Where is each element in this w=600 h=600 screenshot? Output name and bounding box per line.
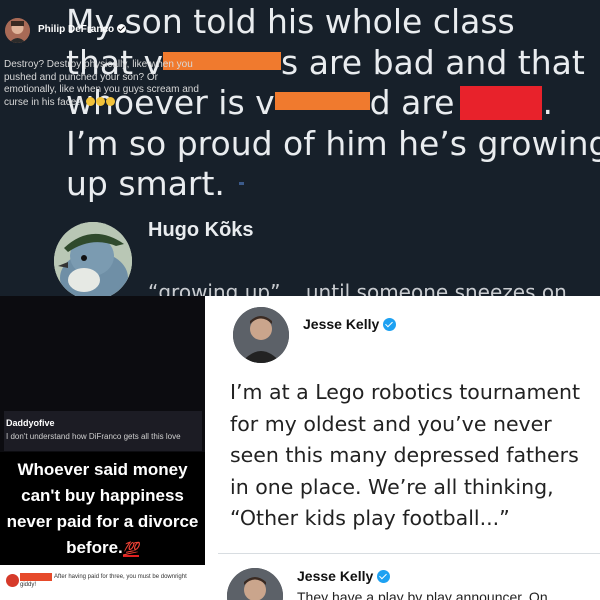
bottom-comment-text: After having paid for three, you must be… [54, 574, 187, 580]
redaction-box [460, 86, 543, 120]
comment-text: I don't understand how DiFranco gets all… [6, 432, 181, 441]
verified-icon [383, 318, 397, 331]
divider [218, 553, 600, 554]
jesse-name-2[interactable]: Jesse Kelly [297, 568, 391, 584]
philip-name[interactable]: Philip DeFranco [38, 24, 127, 35]
commenter-avatar[interactable] [6, 574, 19, 587]
redaction-bar [274, 92, 370, 110]
comment-box [4, 411, 202, 451]
jesse-name[interactable]: Jesse Kelly [303, 316, 397, 332]
reply-author-name[interactable]: Hugo Kõks [148, 219, 254, 242]
tweet-line-4: I’m so proud of him he’s growing [66, 123, 600, 163]
hundred-icon: 💯 [122, 541, 139, 557]
jesse-tweet: I’m at a Lego robotics tournament for my… [230, 380, 581, 530]
emoji-icon [85, 96, 95, 106]
jesse-avatar[interactable] [233, 307, 289, 363]
jesse-tweet-2: They have a play by play announcer. On [297, 589, 548, 600]
philip-avatar[interactable] [5, 18, 30, 43]
philip-post: Destroy? Destroy physically, like when y… [4, 59, 199, 108]
bottom-comment-text-2: giddy! [20, 582, 37, 588]
emoji-icon [105, 96, 115, 106]
bird-avatar[interactable] [54, 222, 132, 300]
verified-icon [117, 24, 127, 33]
tweet-line-1: My son told his whole class [66, 2, 515, 41]
comment-author[interactable]: Daddyofive [6, 418, 55, 428]
redaction-bar [20, 573, 52, 581]
tweet-line-5: up smart. [66, 164, 586, 205]
meme-text: Whoever said money can't buy happiness n… [6, 460, 199, 557]
emoji-icon [95, 96, 105, 106]
verified-icon [377, 570, 391, 583]
